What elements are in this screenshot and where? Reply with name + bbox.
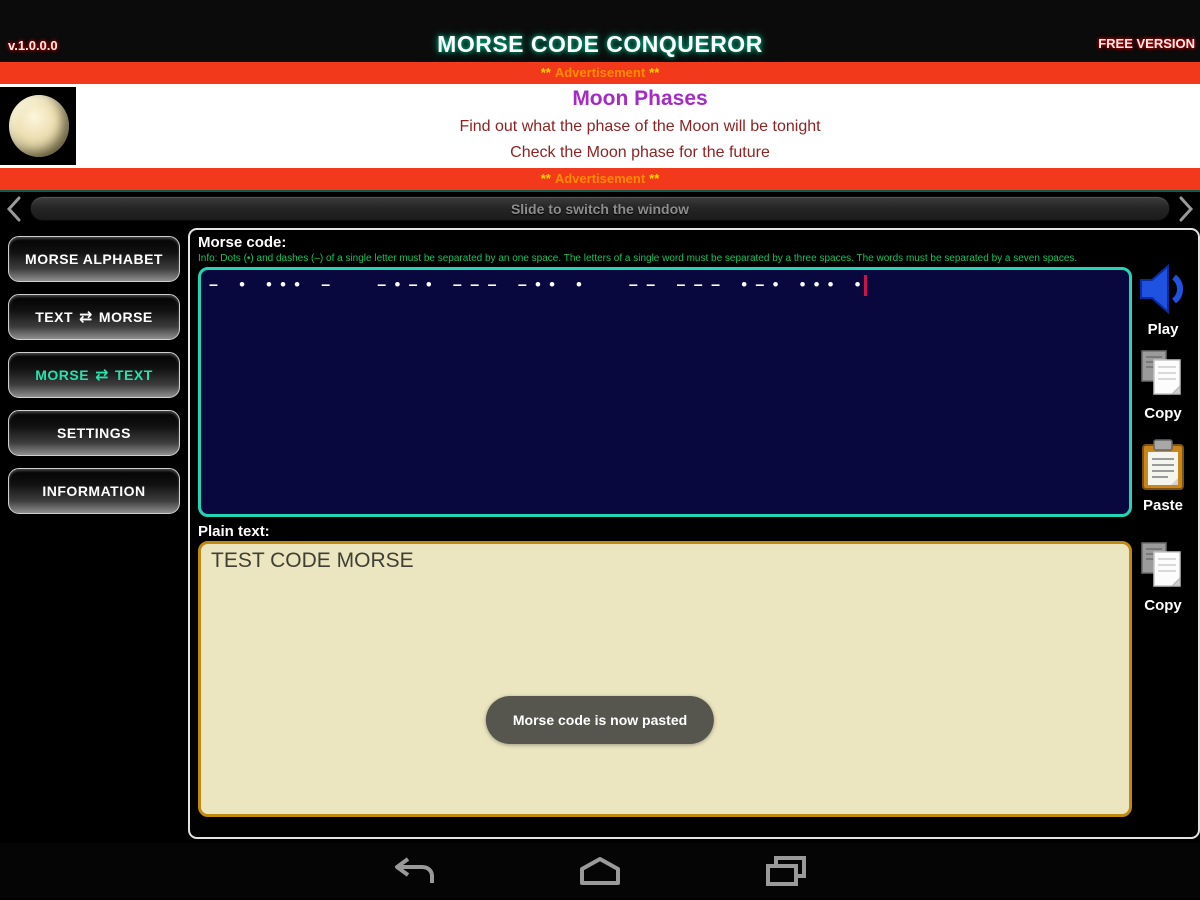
plain-text-value: TEST CODE MORSE: [211, 549, 414, 572]
sidebar-item-label: TEXT: [114, 367, 153, 383]
morse-code-value: – • • • • – – • – • – – – – • • • – – – …: [209, 276, 863, 294]
moon-thumbnail: [0, 87, 76, 165]
ad-line-1: Find out what the phase of the Moon will…: [459, 118, 821, 135]
moon-image: [9, 95, 69, 157]
copy-label: Copy: [1144, 597, 1182, 614]
ad-word: Advertisement: [554, 65, 646, 80]
ad-line-2: Check the Moon phase for the future: [510, 144, 770, 161]
slide-right-arrow-icon[interactable]: [1174, 196, 1198, 222]
title-bar: v.1.0.0.0 MORSE CODE CONQUEROR FREE VERS…: [0, 0, 1200, 62]
sidebar-item-label: INFORMATION: [42, 483, 146, 499]
morse-code-label: Morse code:: [198, 234, 287, 251]
recent-apps-icon: [766, 855, 806, 886]
toast-message: Morse code is now pasted: [485, 696, 715, 744]
sidebar-item-text-to-morse[interactable]: TEXT ⇄ MORSE: [8, 294, 180, 340]
advertisement-banner-bottom: ** Advertisement **: [0, 168, 1200, 190]
ad-text-block: Moon Phases Find out what the phase of t…: [80, 87, 1200, 166]
plain-row: TEST CODE MORSE Morse code is now pasted: [198, 541, 1194, 817]
app-screen: v.1.0.0.0 MORSE CODE CONQUEROR FREE VERS…: [0, 0, 1200, 900]
morse-row: – • • • • – – • – • – – – – • • • – – – …: [198, 263, 1194, 517]
paste-button[interactable]: Paste: [1132, 439, 1194, 514]
home-icon: [580, 856, 620, 885]
slide-left-arrow-icon[interactable]: [2, 196, 26, 222]
main-area: MORSE ALPHABET TEXT ⇄ MORSE MORSE ⇄ TEXT…: [0, 225, 1200, 843]
play-button[interactable]: Play: [1132, 263, 1194, 338]
plain-text-label: Plain text:: [198, 523, 270, 540]
ad-stars: **: [540, 171, 551, 186]
advertisement-content[interactable]: Moon Phases Find out what the phase of t…: [0, 84, 1200, 168]
copy-plain-button[interactable]: Copy: [1132, 541, 1194, 614]
sidebar-item-morse-alphabet[interactable]: MORSE ALPHABET: [8, 236, 180, 282]
speaker-icon: [1138, 263, 1188, 320]
swap-icon: ⇄: [95, 367, 109, 384]
sidebar-item-label: MORSE ALPHABET: [25, 251, 163, 267]
morse-code-input[interactable]: – • • • • – – • – • – – – – • • • – – – …: [198, 267, 1132, 517]
android-navigation-bar: [0, 843, 1200, 898]
ad-headline[interactable]: Moon Phases: [80, 87, 1200, 111]
swap-icon: ⇄: [79, 309, 93, 326]
copy-icon: [1139, 349, 1187, 404]
window-switcher: Slide to switch the window: [0, 192, 1200, 225]
plain-actions-column: Copy: [1132, 541, 1194, 817]
converter-panel: Morse code: Info: Dots (•) and dashes (–…: [188, 228, 1200, 839]
ad-stars: **: [540, 65, 551, 80]
copy-morse-button[interactable]: Copy: [1132, 349, 1194, 422]
morse-actions-column: Play Copy Paste: [1132, 263, 1194, 517]
play-label: Play: [1147, 321, 1179, 338]
sidebar-item-label: MORSE: [98, 309, 153, 325]
sidebar-item-label: MORSE: [35, 367, 90, 383]
ad-stars: **: [649, 171, 660, 186]
ad-word: Advertisement: [554, 171, 646, 186]
sidebar-item-label: TEXT: [35, 309, 74, 325]
text-cursor: [864, 275, 868, 296]
home-button[interactable]: [572, 853, 628, 889]
ad-stars: **: [649, 65, 660, 80]
plain-text-input[interactable]: TEST CODE MORSE Morse code is now pasted: [198, 541, 1132, 817]
sidebar-item-morse-to-text[interactable]: MORSE ⇄ TEXT: [8, 352, 180, 398]
morse-info-text: Info: Dots (•) and dashes (–) of a singl…: [198, 253, 1078, 264]
back-button[interactable]: [386, 853, 442, 889]
paste-label: Paste: [1142, 497, 1184, 514]
slide-switch-handle[interactable]: Slide to switch the window: [30, 196, 1170, 221]
slide-switch-label: Slide to switch the window: [510, 200, 690, 217]
sidebar-item-information[interactable]: INFORMATION: [8, 468, 180, 514]
recent-apps-button[interactable]: [758, 853, 814, 889]
advertisement-banner-top: ** Advertisement **: [0, 62, 1200, 84]
page-title: MORSE CODE CONQUEROR: [437, 31, 763, 57]
copy-icon: [1139, 541, 1187, 596]
clipboard-icon: [1140, 439, 1186, 496]
sidebar-item-settings[interactable]: SETTINGS: [8, 410, 180, 456]
sidebar: MORSE ALPHABET TEXT ⇄ MORSE MORSE ⇄ TEXT…: [0, 228, 186, 843]
back-icon: [395, 856, 434, 883]
edition-badge: FREE VERSION: [1098, 36, 1195, 51]
copy-label: Copy: [1144, 405, 1182, 422]
sidebar-item-label: SETTINGS: [56, 425, 131, 441]
